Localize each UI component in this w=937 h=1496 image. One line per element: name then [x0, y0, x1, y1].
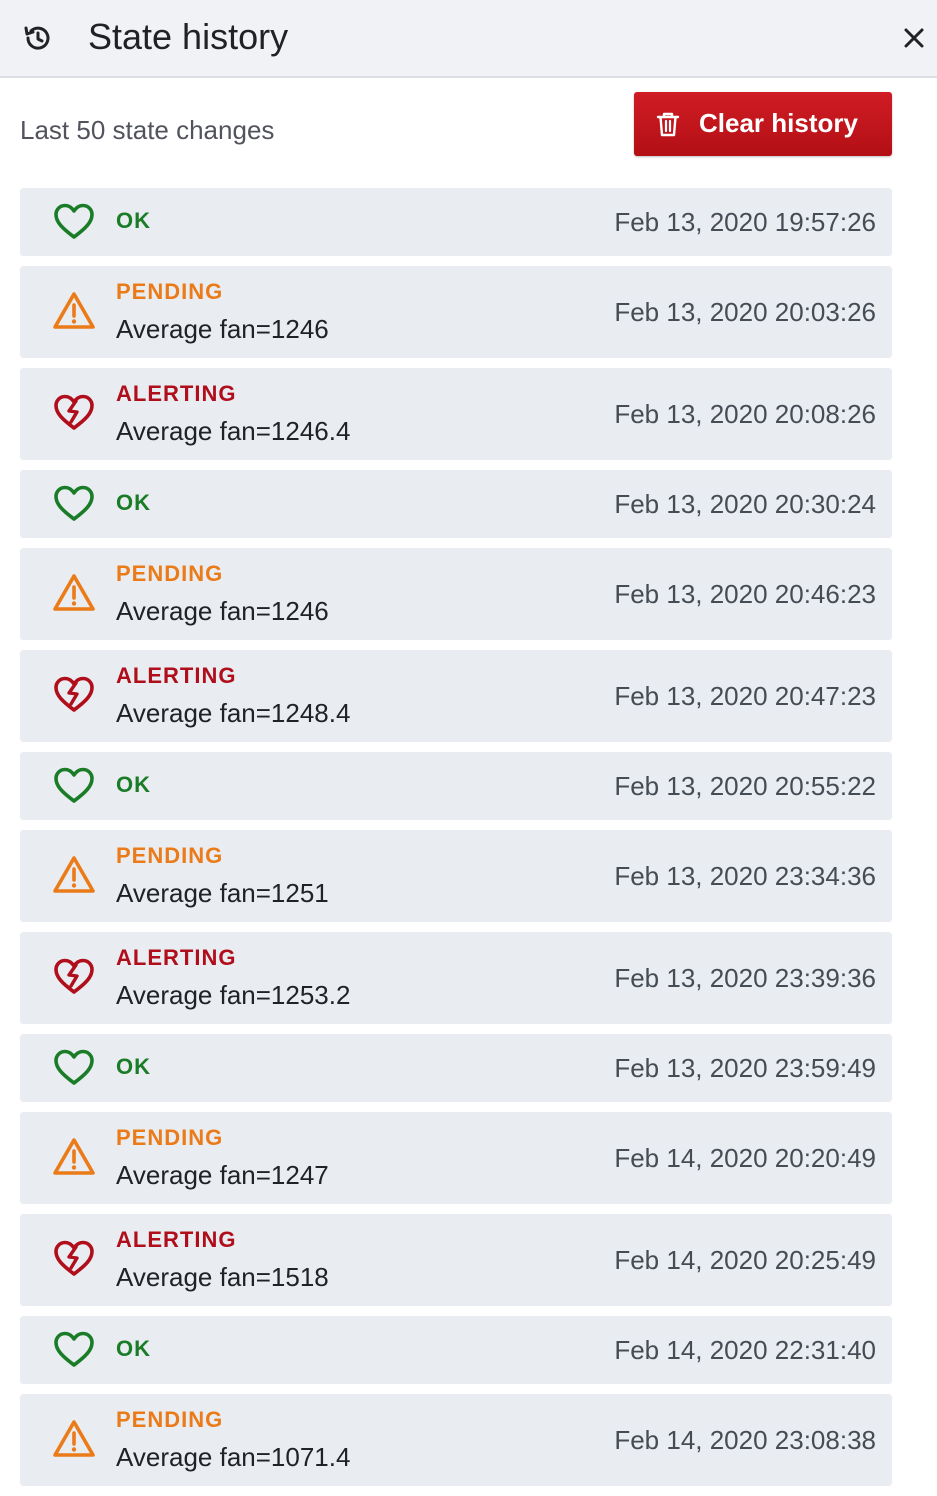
- state-label: OK: [116, 772, 151, 797]
- state-timestamp: Feb 13, 2020 20:55:22: [614, 771, 876, 801]
- close-icon[interactable]: [898, 22, 930, 54]
- heart-icon: [52, 200, 96, 244]
- state-timestamp: Feb 14, 2020 20:25:49: [614, 1245, 876, 1275]
- clear-history-label: Clear history: [699, 108, 858, 138]
- state-info: Average fan=1251: [116, 878, 329, 908]
- drawer-header: State history: [0, 0, 937, 78]
- state-timestamp: Feb 13, 2020 20:30:24: [614, 489, 876, 519]
- state-label: PENDING: [116, 561, 224, 586]
- state-label: OK: [116, 490, 151, 515]
- broken-heart-icon: [52, 1237, 96, 1281]
- state-info: Average fan=1248.4: [116, 698, 351, 728]
- state-timestamp: Feb 13, 2020 20:46:23: [614, 579, 876, 609]
- state-label: PENDING: [116, 843, 224, 868]
- state-label: ALERTING: [116, 663, 237, 688]
- history-item: OK Feb 14, 2020 22:31:40: [20, 1316, 892, 1384]
- history-item: ALERTING Average fan=1248.4 Feb 13, 2020 2…: [20, 650, 892, 742]
- broken-heart-icon: [52, 391, 96, 435]
- state-label: PENDING: [116, 1407, 224, 1432]
- state-timestamp: Feb 14, 2020 22:31:40: [614, 1335, 876, 1365]
- state-timestamp: Feb 13, 2020 20:03:26: [614, 297, 876, 327]
- state-timestamp: Feb 14, 2020 23:08:38: [614, 1425, 876, 1455]
- state-timestamp: Feb 13, 2020 23:39:36: [614, 963, 876, 993]
- clear-history-button[interactable]: Clear history: [634, 92, 892, 156]
- trash-icon: [656, 112, 680, 137]
- history-item: ALERTING Average fan=1246.4 Feb 13, 2020 2…: [20, 368, 892, 460]
- heart-icon: [52, 482, 96, 526]
- heart-icon: [52, 764, 96, 808]
- state-info: Average fan=1246: [116, 314, 329, 344]
- state-info: Average fan=1253.2: [116, 980, 351, 1010]
- state-timestamp: Feb 13, 2020 20:08:26: [614, 399, 876, 429]
- history-icon: [24, 26, 50, 50]
- history-item: PENDING Average fan=1247 Feb 14, 2020 20:2…: [20, 1112, 892, 1204]
- state-label: ALERTING: [116, 381, 237, 406]
- history-item: PENDING Average fan=1246 Feb 13, 2020 20:4…: [20, 548, 892, 640]
- state-info: Average fan=1247: [116, 1160, 329, 1190]
- state-timestamp: Feb 14, 2020 20:20:49: [614, 1143, 876, 1173]
- state-info: Average fan=1071.4: [116, 1442, 351, 1472]
- warning-icon: [52, 289, 96, 333]
- state-label: ALERTING: [116, 1227, 237, 1252]
- state-timestamp: Feb 13, 2020 19:57:26: [614, 207, 876, 237]
- history-item: OK Feb 13, 2020 23:59:49: [20, 1034, 892, 1102]
- broken-heart-icon: [52, 955, 96, 999]
- history-item: OK Feb 13, 2020 20:30:24: [20, 470, 892, 538]
- state-info: Average fan=1246: [116, 596, 329, 626]
- history-item: ALERTING Average fan=1518 Feb 14, 2020 20:…: [20, 1214, 892, 1306]
- warning-icon: [52, 1417, 96, 1461]
- state-label: OK: [116, 1336, 151, 1361]
- state-info: Average fan=1518: [116, 1262, 329, 1292]
- state-timestamp: Feb 13, 2020 23:34:36: [614, 861, 876, 891]
- state-history-list: OK Feb 13, 2020 19:57:26 PENDING Average fa…: [20, 188, 892, 1496]
- heart-icon: [52, 1046, 96, 1090]
- history-item: OK Feb 13, 2020 20:55:22: [20, 752, 892, 820]
- warning-icon: [52, 853, 96, 897]
- state-label: PENDING: [116, 279, 224, 304]
- history-item: PENDING Average fan=1251 Feb 13, 2020 23:3…: [20, 830, 892, 922]
- history-subtitle: Last 50 state changes: [20, 115, 275, 145]
- warning-icon: [52, 1135, 96, 1179]
- page-title: State history: [88, 16, 289, 57]
- state-info: Average fan=1246.4: [116, 416, 351, 446]
- state-label: PENDING: [116, 1125, 224, 1150]
- state-timestamp: Feb 13, 2020 23:59:49: [614, 1053, 876, 1083]
- history-item: PENDING Average fan=1071.4 Feb 14, 2020 23…: [20, 1394, 892, 1486]
- history-item: ALERTING Average fan=1253.2 Feb 13, 2020 2…: [20, 932, 892, 1024]
- warning-icon: [52, 571, 96, 615]
- history-item: OK Feb 13, 2020 19:57:26: [20, 188, 892, 256]
- heart-icon: [52, 1328, 96, 1372]
- history-item: PENDING Average fan=1246 Feb 13, 2020 20:0…: [20, 266, 892, 358]
- state-label: ALERTING: [116, 945, 237, 970]
- broken-heart-icon: [52, 673, 96, 717]
- state-label: OK: [116, 208, 151, 233]
- state-timestamp: Feb 13, 2020 20:47:23: [614, 681, 876, 711]
- state-label: OK: [116, 1054, 151, 1079]
